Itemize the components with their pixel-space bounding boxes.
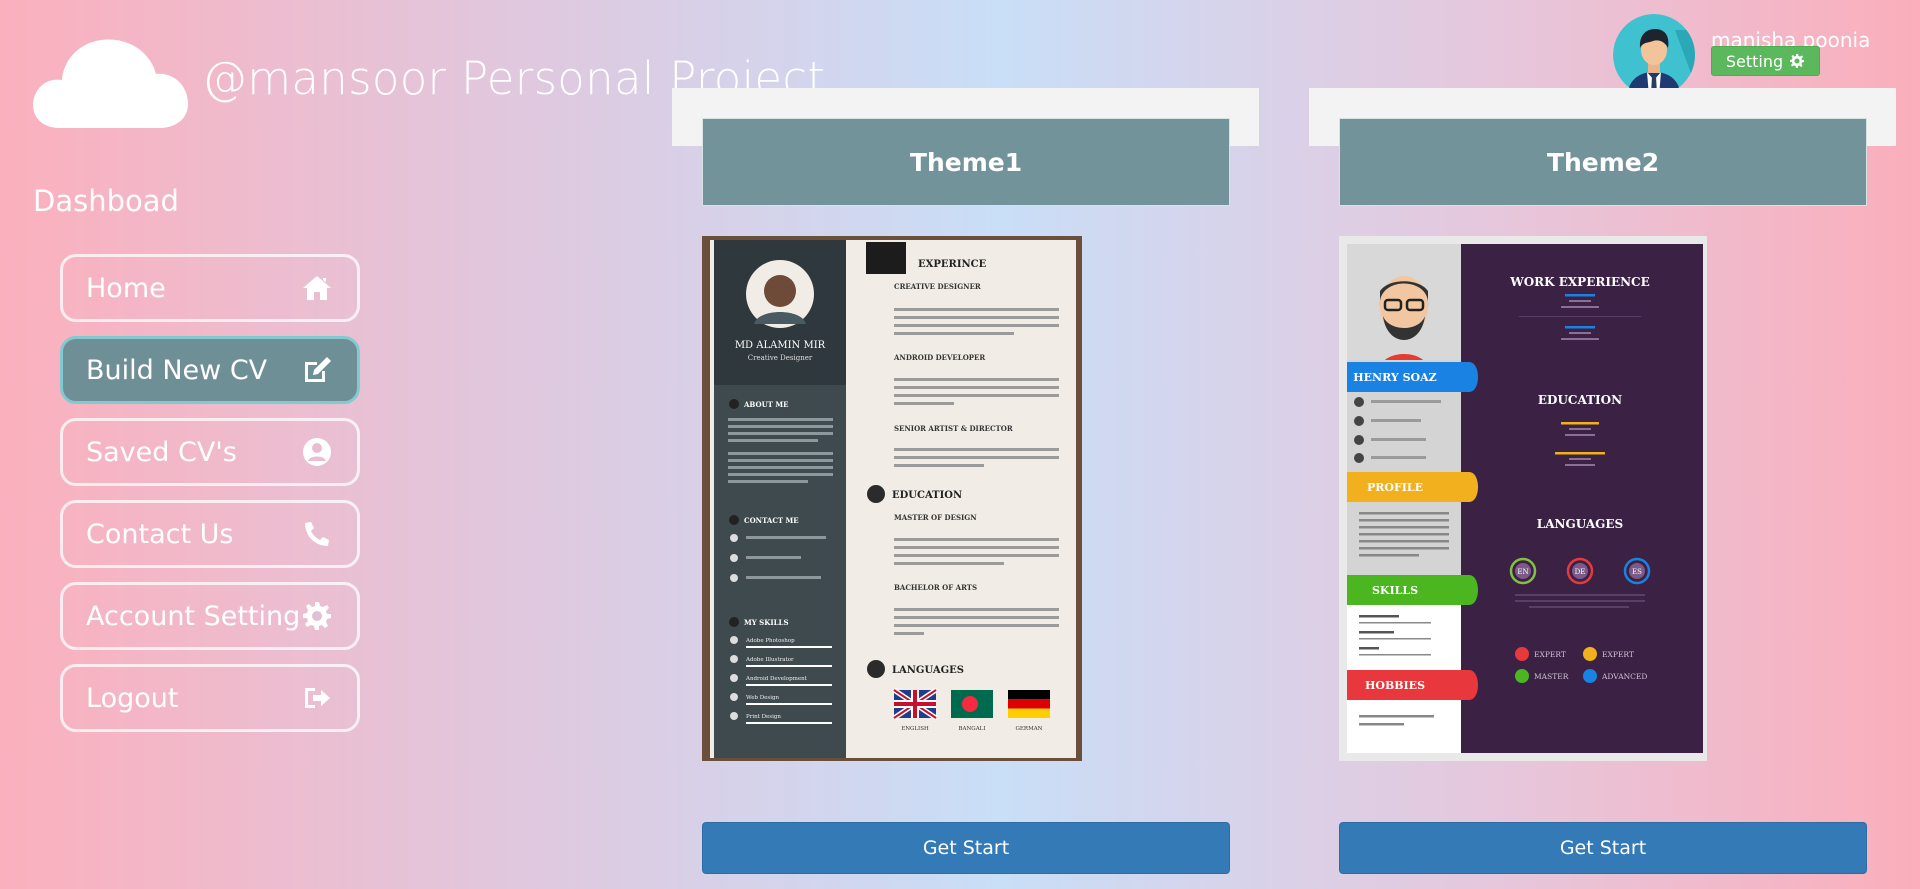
sidebar-item-label: Contact Us [86,518,234,550]
expertise-label: EXPERT [1602,650,1634,659]
home-icon [303,276,331,300]
skill-item: Adobe Photoshop [745,638,795,644]
setting-label: Setting [1725,51,1784,71]
user-circle-icon [303,438,331,466]
education-heading: EDUCATION [892,490,962,501]
sidebar-item-account-setting[interactable]: Account Setting [60,582,360,650]
job-title: ANDROID DEVELOPER [893,353,985,362]
sidebar-item-label: Build New CV [86,354,268,386]
skill-item: Android Development [745,676,808,682]
hobbies-heading: HOBBIES [1365,679,1425,692]
sidebar-item-contact-us[interactable]: Contact Us [60,500,360,568]
sidebar-item-build-new-cv[interactable]: Build New CV [60,336,360,404]
sidebar-item-logout[interactable]: Logout [60,664,360,732]
sidebar-item-label: Account Setting [86,600,301,632]
resume-name: HENRY SOAZ [1353,371,1436,384]
profile-heading: PROFILE [1367,481,1423,494]
resume-role: Creative Designer [748,354,813,362]
contact-heading: CONTACT ME [744,516,799,525]
language-tag: DE [1575,568,1586,576]
experience-heading: EXPERINCE [918,259,987,270]
theme-title: Theme2 [1339,118,1867,206]
education-heading: EDUCATION [1538,393,1622,407]
edit-icon [305,357,331,382]
degree-title: BACHELOR OF ARTS [894,583,977,592]
expertise-label: ADVANCED [1601,672,1647,681]
sidebar-item-home[interactable]: Home [60,254,360,322]
gear-icon [303,602,331,630]
theme-title: Theme1 [702,118,1230,206]
sign-out-icon [305,688,330,708]
dashboard-title: Dashboad [33,184,179,218]
skills-heading: MY SKILLS [744,618,789,627]
languages-heading: LANGUAGES [1537,517,1623,531]
theme-card-2: Theme2 HENRY SOAZ PROFILE SKILLS HOBBIES… [1309,88,1896,888]
cloud-logo-icon [33,39,189,128]
resume-name: MD ALAMIN MIR [735,340,826,351]
language-label: GERMAN [1016,726,1043,732]
theme-card-1: Theme1 MD ALAMIN MIR Creative Designer A… [672,88,1259,888]
degree-title: MASTER OF DESIGN [894,513,977,522]
setting-button[interactable]: Setting [1711,46,1820,76]
theme1-preview-image[interactable]: MD ALAMIN MIR Creative Designer ABOUT ME… [702,236,1082,761]
language-tag: EN [1517,568,1528,576]
job-title: SENIOR ARTIST & DIRECTOR [894,424,1013,433]
expertise-label: MASTER [1534,672,1569,681]
germany-flag-icon [1008,690,1050,718]
get-start-button[interactable]: Get Start [1339,822,1867,874]
job-title: CREATIVE DESIGNER [894,282,981,291]
languages-heading: LANGUAGES [892,665,964,676]
expertise-label: EXPERT [1534,650,1566,659]
language-label: BANGALI [958,726,985,732]
skill-item: Adobe Illustrator [745,657,794,663]
skill-item: Web Design [746,695,779,701]
avatar[interactable] [1613,14,1695,96]
sidebar-item-label: Saved CV's [86,436,237,468]
sidebar-item-label: Logout [86,682,179,714]
bangladesh-flag-icon [951,690,993,718]
phone-icon [305,522,329,546]
theme2-preview-image[interactable]: HENRY SOAZ PROFILE SKILLS HOBBIES WORK E… [1339,236,1707,761]
language-label: ENGLISH [901,726,929,732]
get-start-button[interactable]: Get Start [702,822,1230,874]
language-tag: ES [1632,568,1642,576]
gear-icon [1790,54,1805,68]
sidebar-nav: Home Build New CV Saved CV's Contact Us … [60,254,360,746]
about-heading: ABOUT ME [743,400,788,409]
uk-flag-icon [892,687,938,721]
sidebar-item-label: Home [86,272,166,304]
work-heading: WORK EXPERIENCE [1509,275,1650,289]
skill-item: Print Design [746,714,781,720]
skills-heading: SKILLS [1372,584,1418,597]
sidebar-item-saved-cvs[interactable]: Saved CV's [60,418,360,486]
